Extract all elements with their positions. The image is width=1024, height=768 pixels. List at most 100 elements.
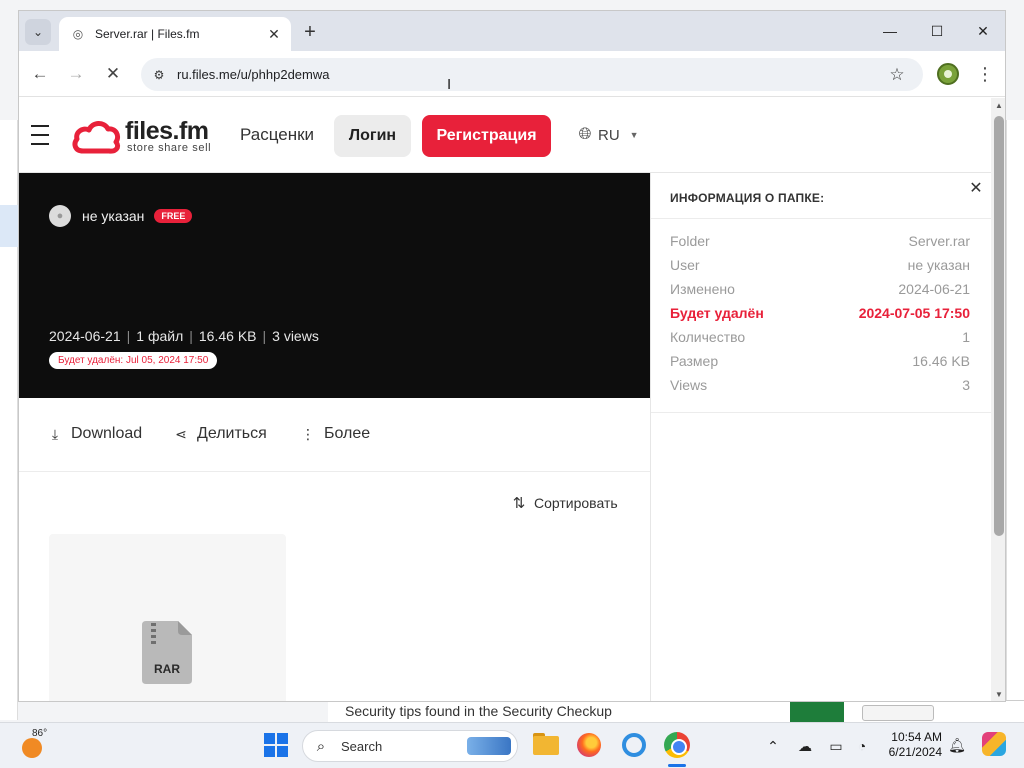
logo-tagline: store share sell — [127, 142, 212, 154]
sort-arrows-icon: ⇅ — [512, 495, 526, 512]
info-row-folder: Folder Server.rar — [670, 233, 970, 249]
taskbar-search[interactable]: ⌕ Search — [302, 730, 518, 762]
logo-wordmark: files.fm — [125, 117, 209, 145]
more-vertical-icon: ⋮ — [301, 425, 315, 442]
tab-close-icon[interactable]: ✕ — [265, 25, 283, 43]
owner-name: не указан — [82, 208, 145, 224]
system-clock[interactable]: 10:54 AM 6/21/2024 — [882, 730, 942, 760]
scroll-thumb[interactable] — [994, 116, 1004, 536]
arrow-left-icon: ← — [31, 64, 49, 83]
info-row-size: Размер 16.46 KB — [670, 353, 970, 369]
background-window-right — [1006, 120, 1024, 720]
bookmark-star-icon[interactable]: ☆ — [885, 63, 909, 87]
browser-toolbar: ← → ✕ ⚙ ru.files.me/u/phhp2demwa ☆ I ⋮ — [19, 51, 1005, 97]
loading-favicon-icon: ◎ — [72, 27, 84, 41]
share-label: Делиться — [197, 425, 267, 442]
start-button[interactable] — [264, 733, 288, 757]
background-window-green-block — [790, 702, 844, 722]
extension-icon[interactable] — [937, 63, 959, 85]
archive-file-icon: RAR — [142, 621, 192, 684]
share-button[interactable]: ⋖ Делиться — [173, 425, 267, 443]
background-window-left — [0, 120, 18, 720]
background-window-gray-block — [862, 705, 934, 721]
search-highlight-icon — [467, 737, 511, 755]
tab-search-button[interactable]: ⌄ — [25, 19, 51, 45]
files-fm-logo[interactable]: files.fm store share sell — [71, 118, 216, 156]
globe-icon: 🌐︎ — [578, 126, 592, 143]
browser-menu-button[interactable]: ⋮ — [975, 63, 995, 85]
clock-date: 6/21/2024 — [888, 745, 942, 759]
forward-button[interactable]: → — [63, 61, 89, 87]
chevron-up-icon[interactable]: ⌃ — [763, 736, 783, 756]
owner-info: ● не указан FREE — [49, 205, 193, 227]
language-selector[interactable]: 🌐︎ RU ▼ — [576, 126, 639, 144]
login-button[interactable]: Логин — [334, 115, 411, 157]
info-row-views: Views 3 — [670, 377, 970, 393]
info-row-count: Количество 1 — [670, 329, 970, 345]
minimize-button[interactable]: — — [867, 19, 913, 43]
copilot-icon[interactable] — [620, 731, 648, 759]
file-card[interactable]: RAR — [49, 534, 286, 701]
url-text[interactable]: ru.files.me/u/phhp2demwa — [177, 67, 885, 82]
notification-bell-icon[interactable]: 🔔︎ — [948, 736, 966, 754]
clock-time: 10:54 AM — [891, 730, 942, 744]
site-settings-icon[interactable]: ⚙ — [151, 67, 167, 83]
more-label: Более — [324, 425, 371, 442]
info-row-user: User не указан — [670, 257, 970, 273]
network-icon[interactable]: ◔ — [852, 736, 872, 756]
active-app-indicator — [668, 764, 686, 767]
info-panel-header: ИНФОРМАЦИЯ О ПАПКЕ: ✕ — [651, 173, 992, 219]
desktop: Security tips found in the Security Chec… — [0, 0, 1024, 768]
info-row-expires: Будет удалён 2024-07-05 17:50 — [670, 305, 970, 321]
register-button[interactable]: Регистрация — [422, 115, 551, 157]
tab-active[interactable]: ◎ Server.rar | Files.fm ✕ — [59, 17, 291, 51]
file-explorer-icon[interactable] — [532, 731, 560, 759]
back-button[interactable]: ← — [27, 61, 53, 87]
chevron-down-icon: ⌄ — [32, 25, 44, 39]
address-bar[interactable]: ⚙ ru.files.me/u/phhp2demwa ☆ — [141, 58, 923, 91]
search-icon: ⌕ — [316, 737, 326, 755]
plan-badge: FREE — [154, 209, 193, 223]
cloud-offline-icon[interactable]: ☁ — [795, 736, 815, 756]
page-scrollbar[interactable]: ▲ ▼ — [991, 98, 1005, 701]
search-placeholder: Search — [341, 738, 383, 754]
display-icon[interactable]: ▭ — [826, 736, 846, 756]
download-button[interactable]: ⤓ Download — [47, 425, 142, 443]
scroll-down-arrow-icon[interactable]: ▼ — [991, 687, 1005, 701]
weather-widget[interactable]: 86° — [20, 728, 50, 760]
temperature: 86° — [32, 728, 48, 739]
hamburger-menu-icon[interactable] — [31, 125, 53, 145]
tab-strip: ⌄ ◎ Server.rar | Files.fm ✕ + — ☐ ✕ — [19, 11, 1005, 51]
cloud-logo-icon — [72, 121, 121, 154]
maximize-button[interactable]: ☐ — [914, 19, 960, 43]
more-vertical-icon: ⋮ — [976, 63, 994, 84]
sun-icon — [22, 738, 42, 758]
folder-hero: ● не указан FREE 2024-06-21 | 1 файл | 1… — [19, 173, 650, 398]
download-label: Download — [71, 425, 143, 442]
more-button[interactable]: ⋮ Более — [300, 425, 370, 443]
chrome-icon[interactable] — [663, 731, 691, 759]
nav-pricing-link[interactable]: Расценки — [240, 125, 314, 145]
sort-label: Сортировать — [534, 495, 618, 511]
sort-button[interactable]: ⇅ Сортировать — [510, 494, 618, 512]
close-icon[interactable]: ✕ — [967, 179, 985, 197]
browser-window: ⌄ ◎ Server.rar | Files.fm ✕ + — ☐ ✕ ← → … — [18, 10, 1006, 702]
arrow-right-icon: → — [67, 64, 85, 83]
folder-views: 3 views — [272, 328, 319, 344]
close-window-button[interactable]: ✕ — [960, 19, 1005, 43]
firefox-icon[interactable] — [575, 731, 603, 759]
folder-file-count: 1 файл — [136, 328, 184, 344]
folder-actions: ⤓ Download ⋖ Делиться ⋮ Более — [19, 398, 650, 472]
stop-loading-button[interactable]: ✕ — [100, 61, 126, 87]
taskbar: 86° ⌕ Search ⌃ ☁ ▭ ◔ 10:54 AM 6/21/2024 … — [0, 722, 1024, 768]
avatar-icon: ● — [49, 205, 71, 227]
colorful-app-icon[interactable] — [982, 732, 1006, 756]
info-row-modified: Изменено 2024-06-21 — [670, 281, 970, 297]
close-icon: ✕ — [105, 64, 121, 83]
share-icon: ⋖ — [175, 425, 187, 442]
site-header: files.fm store share sell Расценки Логин… — [19, 98, 991, 173]
new-tab-button[interactable]: + — [299, 21, 321, 43]
scroll-up-arrow-icon[interactable]: ▲ — [991, 98, 1005, 112]
folder-meta: 2024-06-21 | 1 файл | 16.46 KB | 3 views — [49, 328, 319, 344]
info-panel-title: ИНФОРМАЦИЯ О ПАПКЕ: — [670, 191, 825, 205]
